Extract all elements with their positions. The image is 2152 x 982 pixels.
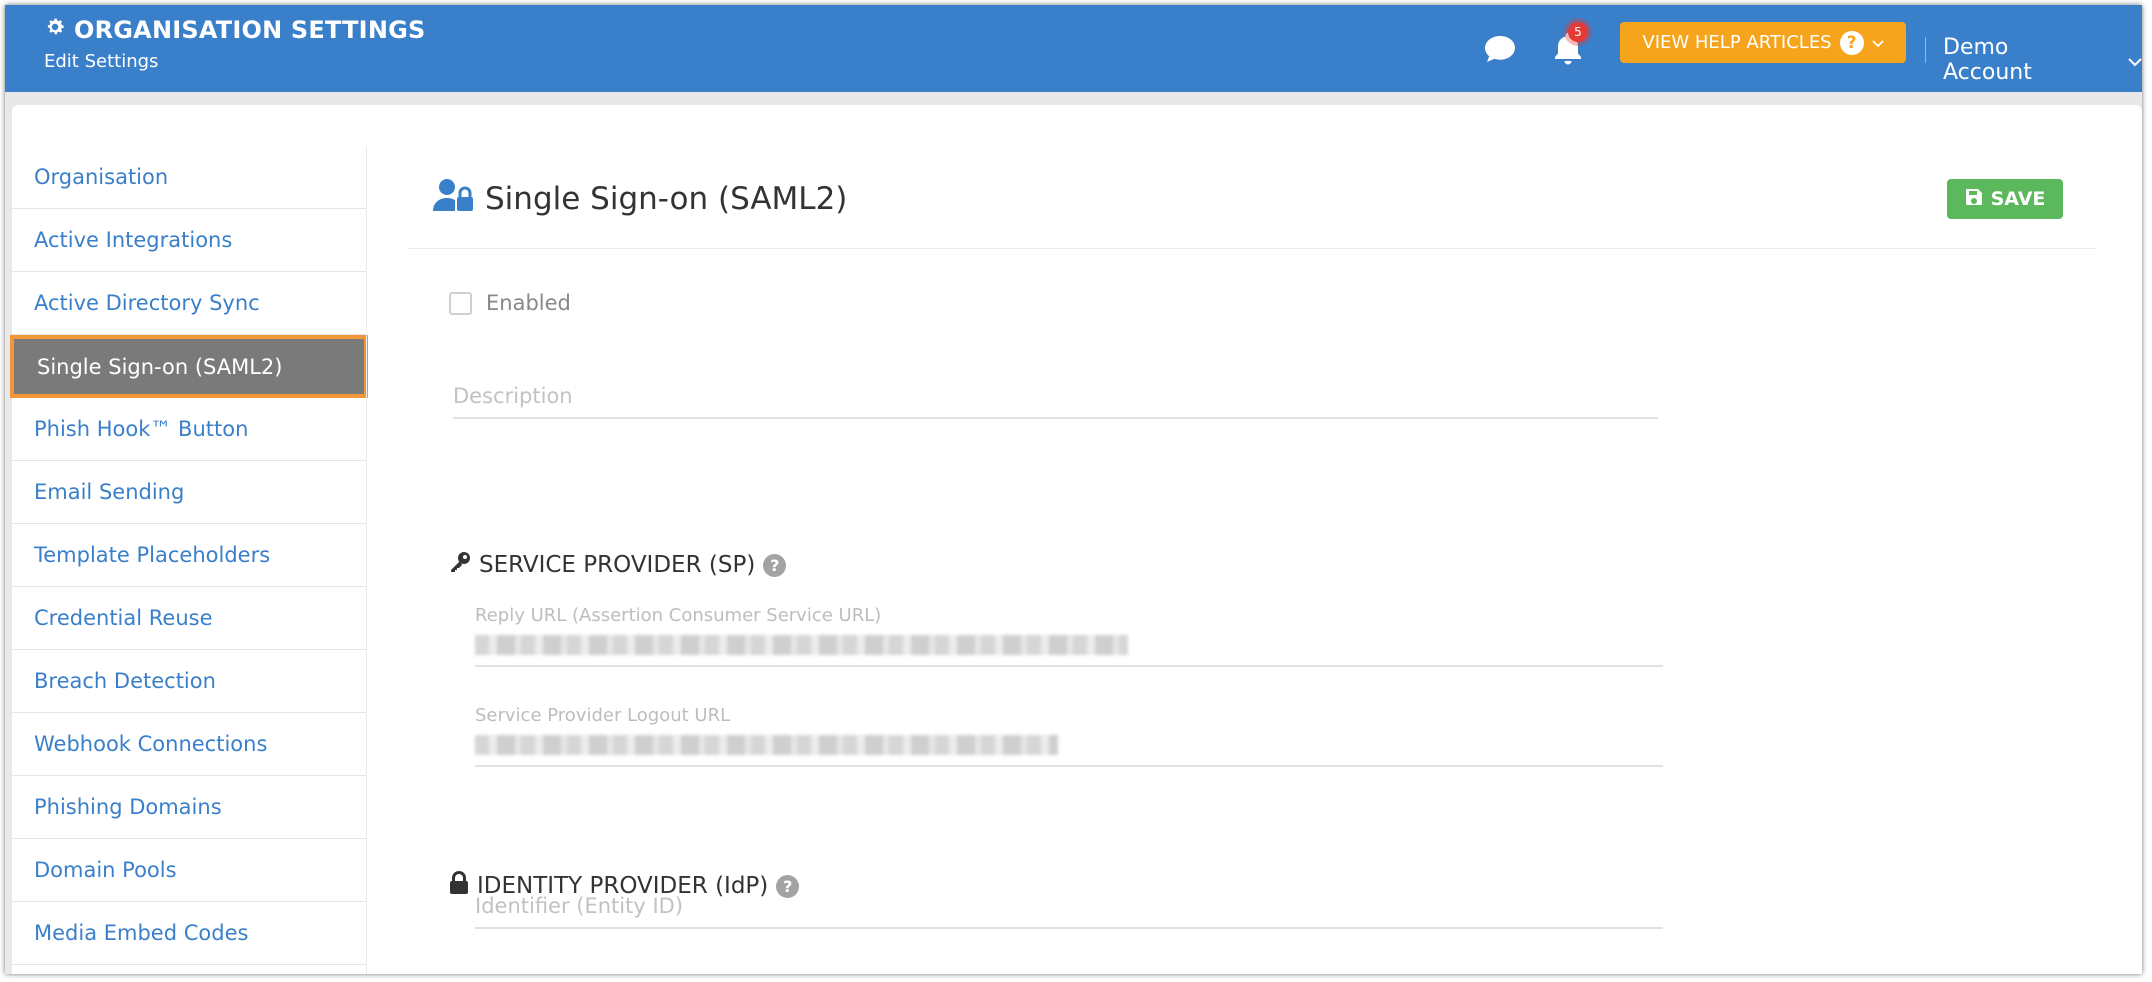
sidebar-item-media-embed-codes[interactable]: Media Embed Codes [12, 902, 366, 965]
sp-help-icon[interactable]: ? [763, 553, 787, 577]
description-input[interactable] [453, 375, 1658, 419]
enabled-checkbox[interactable] [449, 291, 472, 315]
sidebar-item-active-integrations[interactable]: Active Integrations [12, 209, 366, 272]
sidebar-item-phish-hook-button[interactable]: Phish Hook™ Button [12, 398, 366, 461]
entity-id-input[interactable] [475, 885, 1663, 929]
account-name: Demo Account [1943, 35, 2032, 85]
sidebar-item-label: Organisation [34, 165, 169, 189]
reply-url-value[interactable] [475, 635, 1128, 657]
service-provider-title: SERVICE PROVIDER (SP) [479, 552, 756, 578]
sidebar-item-template-placeholders[interactable]: Template Placeholders [12, 524, 366, 587]
sidebar-item-label: Media Embed Codes [34, 921, 249, 945]
sidebar-item-single-sign-on[interactable]: Single Sign-on (SAML2) [10, 335, 368, 398]
header-subtitle: Edit Settings [44, 51, 159, 72]
sidebar-item-label: Domain Pools [34, 858, 177, 882]
page-title-text: Single Sign-on (SAML2) [485, 181, 848, 217]
sidebar-item-active-directory-sync[interactable]: Active Directory Sync [12, 272, 366, 335]
sidebar-item-label: Active Directory Sync [34, 291, 260, 315]
app-window: ORGANISATION SETTINGS Edit Settings 5 VI… [5, 5, 2142, 974]
enabled-toggle[interactable]: Enabled [449, 291, 571, 315]
sidebar-item-credential-reuse[interactable]: Credential Reuse [12, 587, 366, 650]
user-lock-icon [433, 178, 475, 220]
sidebar-item-label: Webhook Connections [34, 732, 268, 756]
title-divider [407, 248, 2097, 249]
header-title-text: ORGANISATION SETTINGS [74, 16, 426, 44]
sidebar-item-label: Phishing Domains [34, 795, 222, 819]
top-header: ORGANISATION SETTINGS Edit Settings 5 VI… [5, 5, 2142, 92]
sidebar-item-label: Active Integrations [34, 228, 233, 252]
settings-panel: Organisation Active Integrations Active … [10, 105, 2142, 974]
help-button-label: VIEW HELP ARTICLES [1642, 32, 1832, 53]
floppy-disk-icon [1965, 188, 1983, 211]
sidebar-item-email-sending[interactable]: Email Sending [12, 461, 366, 524]
key-icon [449, 551, 471, 579]
enabled-label: Enabled [486, 291, 571, 315]
save-button[interactable]: SAVE [1947, 179, 2063, 219]
save-button-label: SAVE [1990, 188, 2046, 210]
sidebar-item-label: Phish Hook™ Button [34, 417, 249, 441]
sidebar-item-label: Breach Detection [34, 669, 216, 693]
logout-url-underline [475, 765, 1663, 767]
logout-url-label: Service Provider Logout URL [475, 705, 731, 726]
question-icon: ? [1839, 30, 1864, 55]
lock-icon [449, 871, 469, 901]
account-menu[interactable]: Demo Account [1943, 35, 2142, 85]
view-help-articles-button[interactable]: VIEW HELP ARTICLES ? [1620, 22, 1906, 63]
chevron-down-icon [2128, 48, 2142, 73]
chevron-down-icon [1871, 32, 1884, 53]
sidebar-item-domain-pools[interactable]: Domain Pools [12, 839, 366, 902]
header-divider [1925, 37, 1926, 63]
gear-icon [44, 16, 66, 44]
redacted-value [475, 635, 1128, 655]
sidebar-item-label: Template Placeholders [34, 543, 271, 567]
reply-url-underline [475, 665, 1663, 667]
settings-sidebar: Organisation Active Integrations Active … [10, 146, 368, 965]
sidebar-item-breach-detection[interactable]: Breach Detection [12, 650, 366, 713]
sidebar-item-organisation[interactable]: Organisation [12, 146, 366, 209]
logout-url-value[interactable] [475, 735, 1058, 757]
sidebar-item-phishing-domains[interactable]: Phishing Domains [12, 776, 366, 839]
sidebar-item-label: Single Sign-on (SAML2) [37, 354, 283, 379]
page-title: Single Sign-on (SAML2) [433, 178, 847, 220]
main-content: Single Sign-on (SAML2) SAVE Enabled SERV… [407, 105, 2107, 974]
service-provider-heading: SERVICE PROVIDER (SP) ? [449, 551, 787, 579]
sidebar-item-label: Email Sending [34, 480, 185, 504]
sidebar-item-label: Credential Reuse [34, 606, 213, 630]
header-title: ORGANISATION SETTINGS [44, 16, 426, 44]
redacted-value [475, 735, 1058, 755]
chat-icon[interactable] [1483, 33, 1517, 65]
sidebar-divider [366, 146, 367, 974]
reply-url-label: Reply URL (Assertion Consumer Service UR… [475, 605, 882, 626]
notification-badge: 5 [1568, 22, 1588, 42]
sidebar-item-webhook-connections[interactable]: Webhook Connections [12, 713, 366, 776]
